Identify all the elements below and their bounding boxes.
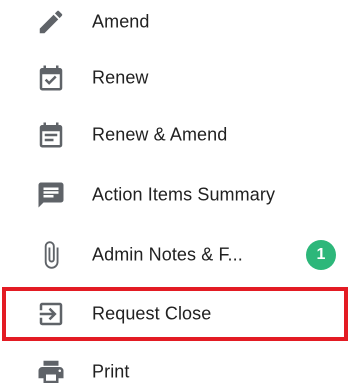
menu-item-print[interactable]: Print bbox=[0, 344, 352, 383]
menu-item-label: Action Items Summary bbox=[92, 184, 276, 205]
menu-item-renew[interactable]: Renew bbox=[0, 50, 352, 106]
menu-item-label: Renew & Amend bbox=[92, 124, 228, 145]
menu-item-label: Renew bbox=[92, 67, 149, 88]
actions-menu: Amend Renew Renew & Amend Action Items S… bbox=[0, 0, 352, 383]
calendar-note-icon bbox=[36, 120, 66, 150]
menu-item-renew-amend[interactable]: Renew & Amend bbox=[0, 107, 352, 163]
notification-badge: 1 bbox=[306, 240, 336, 270]
pencil-icon bbox=[36, 7, 66, 37]
printer-icon bbox=[36, 357, 66, 383]
menu-item-amend[interactable]: Amend bbox=[0, 0, 352, 50]
menu-item-action-items-summary[interactable]: Action Items Summary bbox=[0, 167, 352, 223]
menu-item-admin-notes[interactable]: Admin Notes & F... 1 bbox=[0, 227, 352, 283]
calendar-check-icon bbox=[36, 63, 66, 93]
comment-summary-icon bbox=[36, 180, 66, 210]
menu-item-label: Admin Notes & F... bbox=[92, 244, 243, 265]
highlight-box bbox=[2, 287, 348, 341]
menu-item-label: Amend bbox=[92, 11, 150, 32]
menu-item-label: Print bbox=[92, 361, 130, 382]
paperclip-icon bbox=[36, 240, 66, 270]
